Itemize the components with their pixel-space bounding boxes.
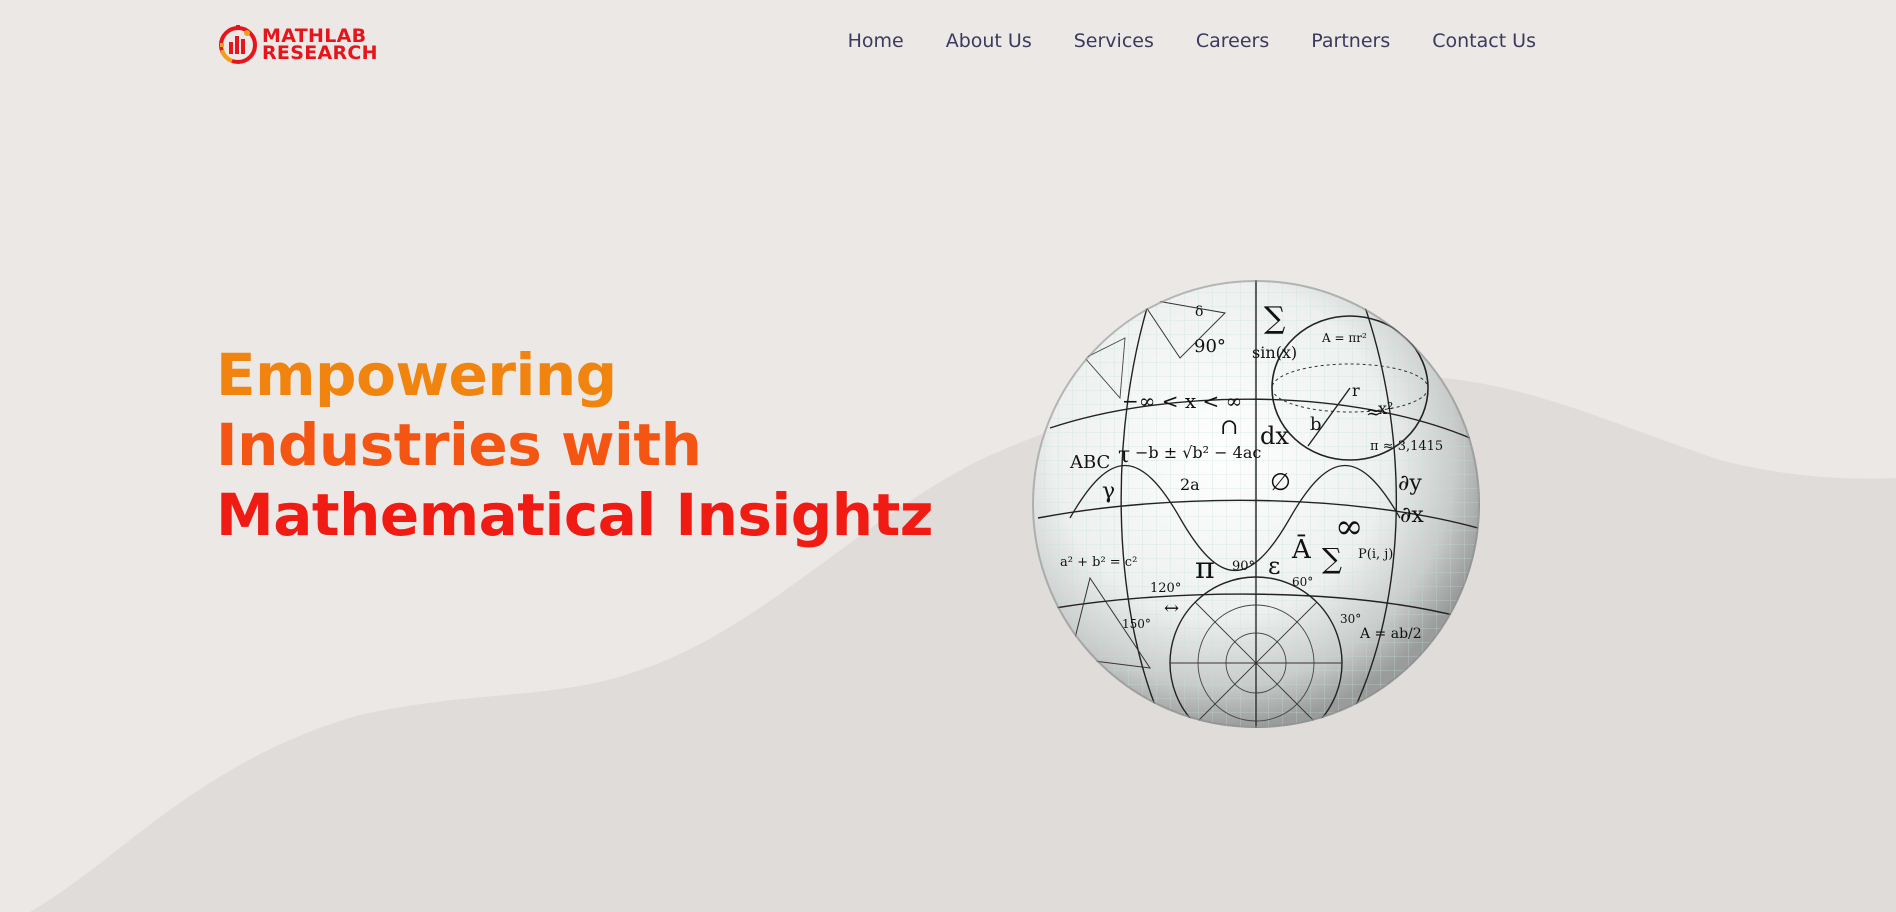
hero-headline-line1: Empowering <box>216 341 617 409</box>
svg-text:2a: 2a <box>1180 475 1200 494</box>
hero-headline-line3: Mathematical Insightz <box>216 481 934 549</box>
brand-name: MATHLAB RESEARCH <box>262 27 378 64</box>
main-nav: Home About Us Services Careers Partners … <box>848 30 1536 52</box>
brand-name-line2: RESEARCH <box>262 42 378 64</box>
svg-text:∩: ∩ <box>1220 415 1238 440</box>
svg-text:150°: 150° <box>1122 617 1151 631</box>
svg-text:r: r <box>1352 381 1360 400</box>
nav-about-us[interactable]: About Us <box>946 30 1032 52</box>
svg-text:∑: ∑ <box>1322 542 1342 575</box>
svg-text:sin(x): sin(x) <box>1252 343 1297 362</box>
svg-text:∞: ∞ <box>1335 507 1363 547</box>
svg-text:π ≈ 3,1415: π ≈ 3,1415 <box>1370 439 1443 454</box>
math-globe-image: ∑ 90° sin(x) A = πr² x² π ≈ 3,1415 −∞ < … <box>1032 280 1480 728</box>
svg-text:↔: ↔ <box>1164 598 1179 619</box>
svg-text:P(i, j): P(i, j) <box>1358 547 1393 562</box>
svg-text:γ: γ <box>1102 479 1115 504</box>
svg-text:dx: dx <box>1260 422 1289 450</box>
svg-text:ABC: ABC <box>1069 452 1110 473</box>
svg-text:≈: ≈ <box>1366 402 1381 423</box>
svg-text:b: b <box>1310 414 1322 435</box>
nav-services[interactable]: Services <box>1074 30 1154 52</box>
svg-text:τ: τ <box>1118 443 1130 468</box>
page: MATHLAB RESEARCH Home About Us Services … <box>0 0 1896 912</box>
svg-text:60°: 60° <box>1292 575 1313 589</box>
svg-text:∂y: ∂y <box>1398 471 1422 496</box>
svg-text:Ā: Ā <box>1291 534 1312 565</box>
svg-text:120°: 120° <box>1150 581 1181 596</box>
hero-headline: Empowering Industries with Mathematical … <box>216 340 934 550</box>
svg-text:30°: 30° <box>1340 612 1361 626</box>
svg-text:−b ± √b² − 4ac: −b ± √b² − 4ac <box>1135 443 1261 462</box>
svg-text:∑: ∑ <box>1264 301 1286 336</box>
svg-text:90°: 90° <box>1232 559 1255 574</box>
svg-text:ε: ε <box>1268 552 1280 580</box>
nav-home[interactable]: Home <box>848 30 904 52</box>
nav-partners[interactable]: Partners <box>1311 30 1390 52</box>
svg-text:∂x: ∂x <box>1400 503 1424 528</box>
svg-text:A = ab/2: A = ab/2 <box>1359 626 1422 642</box>
nav-careers[interactable]: Careers <box>1196 30 1269 52</box>
svg-text:∅: ∅ <box>1270 468 1291 496</box>
hero-headline-line2: Industries with <box>216 411 702 479</box>
svg-text:π: π <box>1195 551 1215 586</box>
svg-text:A = πr²: A = πr² <box>1321 331 1367 345</box>
site-header: MATHLAB RESEARCH Home About Us Services … <box>0 0 1896 90</box>
nav-contact-us[interactable]: Contact Us <box>1432 30 1536 52</box>
svg-text:−∞ < x < ∞: −∞ < x < ∞ <box>1122 389 1242 413</box>
brand-logo[interactable]: MATHLAB RESEARCH <box>218 24 378 66</box>
svg-text:a² + b² = c²: a² + b² = c² <box>1060 555 1137 570</box>
gear-logo-icon <box>219 25 257 64</box>
svg-text:δ: δ <box>1195 304 1203 320</box>
